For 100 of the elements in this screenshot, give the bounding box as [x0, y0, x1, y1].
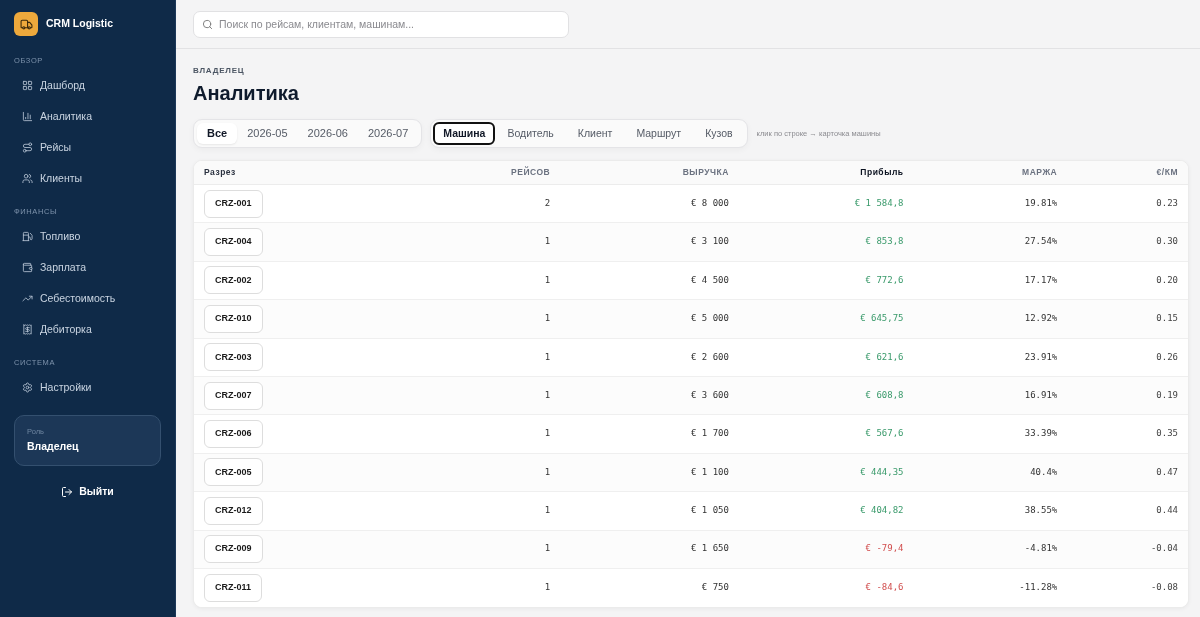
column-header: МАРЖА	[1022, 166, 1058, 179]
filter-tab[interactable]: Все	[197, 123, 238, 144]
table-cell-text: 0.19	[1156, 388, 1178, 402]
table-cell: € 2 600	[690, 350, 729, 364]
table-cell: 27.54%	[1024, 235, 1058, 249]
table-cell: 1	[544, 350, 551, 364]
table-cell-text: 0.20	[1156, 273, 1178, 287]
profit-cell: € 404,82	[860, 504, 904, 518]
nav-item[interactable]: Настройки	[14, 372, 161, 403]
nav-item[interactable]: Зарплата	[14, 252, 161, 283]
vehicle-button[interactable]: CRZ-006	[204, 420, 263, 449]
filter-tab[interactable]: 2026-05	[237, 123, 298, 144]
nav-item[interactable]: Себестоимость	[14, 283, 161, 314]
vehicle-button[interactable]: CRZ-003	[204, 343, 263, 372]
grid-icon	[22, 80, 33, 91]
table-cell: € 750	[701, 581, 729, 595]
page-title: Аналитика	[193, 81, 299, 105]
vehicle-button[interactable]: CRZ-002	[204, 266, 263, 295]
table-cell: -0.08	[1150, 581, 1178, 595]
table-cell: 1	[544, 312, 551, 326]
table-cell: 0.44	[1156, 504, 1178, 518]
vehicle-button[interactable]: CRZ-009	[204, 535, 263, 564]
table-cell: 1	[544, 427, 551, 441]
table-cell-text: € 4 500	[690, 273, 729, 287]
filter-tab[interactable]: Кузов	[693, 122, 745, 145]
column-header: €/КМ	[1156, 166, 1178, 179]
settings-icon	[22, 382, 33, 393]
nav-item[interactable]: Дашборд	[14, 70, 161, 101]
bar-chart-icon	[22, 111, 33, 122]
role-value: Владелец	[27, 439, 80, 453]
vehicle-button[interactable]: CRZ-007	[204, 381, 263, 410]
table-cell: -0.04	[1150, 542, 1178, 556]
filter-tab[interactable]: Клиент	[565, 122, 625, 145]
table-cell-text: 17.17%	[1024, 273, 1058, 287]
profit-cell: € 567,6	[865, 427, 904, 441]
filter-tab[interactable]: 2026-07	[357, 123, 419, 144]
table-cell-text: 40.4%	[1030, 465, 1058, 479]
vehicle-button[interactable]: CRZ-005	[204, 458, 263, 487]
table-cell: 1	[544, 542, 551, 556]
column-header: Прибыль	[860, 166, 904, 179]
table-cell-text: 19.81%	[1024, 196, 1058, 210]
table-cell: -4.81%	[1024, 542, 1058, 556]
table-cell: € 1 650	[690, 542, 729, 556]
table-cell: 33.39%	[1024, 427, 1058, 441]
profit-cell: € 853,8	[865, 235, 904, 249]
column-header: РЕЙСОВ	[511, 166, 551, 179]
vehicle-button[interactable]: CRZ-001	[204, 189, 263, 218]
profit-cell-text: € 444,35	[860, 465, 904, 479]
table-cell: 0.26	[1156, 350, 1178, 364]
table-cell-text: € 1 100	[690, 465, 729, 479]
table-cell-text: 1	[544, 273, 551, 287]
profit-cell-text: € 608,8	[865, 388, 904, 402]
vehicle-button[interactable]: CRZ-011	[204, 574, 262, 603]
logout-button[interactable]: Выйти	[61, 482, 114, 502]
profit-cell: € -79,4	[865, 542, 904, 556]
table-cell: 23.91%	[1024, 350, 1058, 364]
wallet-icon	[22, 262, 33, 273]
nav-item[interactable]: Аналитика	[14, 101, 161, 132]
users-icon	[22, 173, 33, 184]
table-cell: € 5 000	[690, 312, 729, 326]
table-cell-text: 2	[544, 196, 551, 210]
table-cell: € 3 100	[690, 235, 729, 249]
profit-cell: € 621,6	[865, 350, 904, 364]
table-cell: 1	[544, 504, 551, 518]
nav-item[interactable]: Клиенты	[14, 163, 161, 194]
logout-icon	[61, 486, 74, 498]
table-cell: 38.55%	[1024, 504, 1058, 518]
nav-item[interactable]: Рейсы	[14, 132, 161, 163]
vehicle-button[interactable]: CRZ-004	[204, 228, 263, 257]
table-cell: 12.92%	[1024, 312, 1058, 326]
table-cell: € 1 050	[690, 504, 729, 518]
profit-cell-text: € 1 584,8	[854, 196, 904, 210]
page-eyebrow: ВЛАДЕЛЕЦ	[193, 66, 246, 76]
nav-item[interactable]: Дебиторка	[14, 314, 161, 345]
vehicle-button[interactable]: CRZ-010	[204, 304, 263, 333]
nav-item[interactable]: Топливо	[14, 221, 161, 252]
table-cell: € 1 700	[690, 427, 729, 441]
column-header: ВЫРУЧКА	[682, 166, 729, 179]
table-cell: 0.15	[1156, 312, 1178, 326]
filter-tab[interactable]: Машина	[433, 122, 496, 145]
trend-up-icon	[22, 293, 33, 304]
vehicle-button[interactable]: CRZ-012	[204, 496, 263, 525]
column-header: Разрез	[204, 166, 236, 179]
table-cell: 1	[544, 235, 551, 249]
table-cell-text: 1	[544, 388, 551, 402]
receipt-icon	[22, 324, 33, 335]
table-cell-text: 0.23	[1156, 196, 1178, 210]
table-cell: 0.35	[1156, 427, 1178, 441]
filter-tab[interactable]: 2026-06	[297, 123, 358, 144]
brand-name: CRM Logistic	[46, 16, 114, 32]
filter-tab[interactable]: Маршрут	[624, 122, 694, 145]
search-field[interactable]: Поиск по рейсам, клиентам, машинам...	[193, 10, 569, 38]
filter-tab[interactable]: Водитель	[495, 122, 566, 145]
table-cell: -11.28%	[1019, 581, 1058, 595]
search-icon	[202, 18, 213, 30]
table-cell-text: € 8 000	[690, 196, 729, 210]
table-cell-text: 0.47	[1156, 465, 1178, 479]
profit-cell: € 645,75	[860, 312, 904, 326]
fuel-pump-icon	[22, 231, 33, 242]
route-icon	[22, 142, 33, 153]
